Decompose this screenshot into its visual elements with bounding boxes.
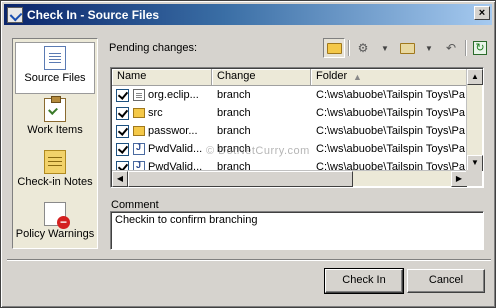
toolbar-separator — [465, 40, 466, 56]
scroll-left-button[interactable]: ◀ — [112, 171, 128, 187]
source-files-icon — [44, 46, 66, 70]
row-change: branch — [217, 125, 251, 137]
nav-source-files[interactable]: Source Files — [15, 42, 95, 94]
folder-view-button[interactable] — [396, 38, 418, 58]
button-divider — [7, 259, 491, 261]
file-icon — [133, 89, 145, 101]
column-folder[interactable]: Folder ▲ — [311, 69, 481, 86]
row-folder: C:\ws\abuobe\Tailspin Toys\Pa — [316, 143, 465, 155]
cancel-button[interactable]: Cancel — [407, 269, 485, 293]
sort-ascending-icon: ▲ — [353, 72, 362, 82]
row-folder: C:\ws\abuobe\Tailspin Toys\Pa — [316, 125, 465, 137]
comment-input[interactable]: Checkin to confirm branching — [110, 211, 484, 250]
row-name: passwor... — [148, 125, 198, 137]
refresh-button[interactable]: ↻ — [469, 38, 491, 58]
checkin-notes-icon — [44, 150, 66, 174]
nav-policy-warnings[interactable]: Policy Warnings — [15, 199, 95, 251]
work-items-icon — [44, 96, 66, 122]
nav-checkin-notes-label: Check-in Notes — [17, 176, 93, 188]
flat-view-button[interactable] — [323, 38, 345, 58]
name-cell: org.eclip... — [112, 88, 213, 102]
shelve-dropdown[interactable]: ▼ — [374, 38, 396, 58]
nav-checkin-notes[interactable]: Check-in Notes — [15, 147, 95, 199]
pending-changes-label: Pending changes: — [109, 42, 198, 54]
nav-work-items-label: Work Items — [27, 124, 83, 136]
undo-button[interactable]: ↶ — [440, 38, 462, 58]
name-cell: PwdValid... — [112, 142, 213, 156]
column-name[interactable]: Name — [112, 69, 212, 86]
column-change[interactable]: Change — [212, 69, 311, 86]
nav-work-items[interactable]: Work Items — [15, 95, 95, 147]
scrollbar-corner — [466, 170, 482, 186]
pending-changes-list[interactable]: Name Change Folder ▲ org.eclip... branch… — [110, 67, 484, 188]
flat-view-icon — [326, 42, 342, 54]
folder-dropdown[interactable]: ▼ — [418, 38, 440, 58]
list-rows: org.eclip... branch C:\ws\abuobe\Tailspi… — [112, 86, 467, 176]
close-button[interactable]: × — [474, 6, 490, 20]
java-file-icon — [133, 142, 145, 155]
nav-source-files-label: Source Files — [24, 72, 86, 84]
row-checkbox[interactable] — [116, 142, 129, 156]
list-header: Name Change Folder ▲ — [112, 69, 481, 86]
row-folder: C:\ws\abuobe\Tailspin Toys\Pa — [316, 107, 465, 119]
check-in-button[interactable]: Check In — [324, 268, 404, 294]
row-name: PwdValid... — [148, 143, 203, 155]
row-name: org.eclip... — [148, 89, 199, 101]
horizontal-scroll-thumb[interactable] — [128, 171, 353, 187]
folder-view-icon — [399, 42, 415, 54]
row-change: branch — [217, 89, 251, 101]
table-row[interactable]: src branch C:\ws\abuobe\Tailspin Toys\Pa — [112, 104, 467, 122]
title-bar: Check In - Source Files × — [4, 4, 492, 25]
horizontal-scrollbar[interactable]: ◀ ▶ — [112, 170, 467, 187]
row-change: branch — [217, 107, 251, 119]
row-checkbox[interactable] — [116, 88, 129, 102]
channel-nav: Source Files Work Items Check-in Notes P… — [12, 38, 98, 249]
watermark: © DotNetCurry.com — [206, 145, 310, 157]
shelve-icon: ⚙ — [357, 41, 369, 55]
row-checkbox[interactable] — [116, 106, 129, 120]
table-row[interactable]: org.eclip... branch C:\ws\abuobe\Tailspi… — [112, 86, 467, 104]
folder-icon — [133, 108, 145, 118]
undo-icon: ↶ — [445, 41, 457, 55]
scroll-up-button[interactable]: ▲ — [467, 69, 483, 85]
check-in-dialog: Check In - Source Files × Source Files W… — [0, 0, 496, 308]
comment-label: Comment — [111, 199, 159, 211]
chevron-down-icon: ▼ — [425, 43, 433, 53]
name-cell: passwor... — [112, 124, 213, 138]
row-checkbox[interactable] — [116, 124, 129, 138]
nav-policy-warnings-label: Policy Warnings — [15, 228, 95, 240]
refresh-icon: ↻ — [473, 41, 487, 55]
pending-toolbar: ⚙ ▼ ▼ ↶ ↻ — [323, 37, 491, 59]
folder-icon — [133, 126, 145, 136]
toolbar-separator — [348, 40, 349, 56]
column-folder-label: Folder — [316, 70, 348, 82]
row-name: src — [148, 107, 163, 119]
policy-warnings-icon — [44, 202, 70, 229]
chevron-down-icon: ▼ — [381, 43, 389, 53]
vertical-scrollbar[interactable]: ▲ ▼ — [466, 69, 483, 171]
shelve-button[interactable]: ⚙ — [352, 38, 374, 58]
scroll-down-button[interactable]: ▼ — [467, 155, 483, 171]
scroll-right-button[interactable]: ▶ — [451, 171, 467, 187]
window-title: Check In - Source Files — [27, 7, 160, 22]
check-in-app-icon — [7, 6, 23, 23]
row-folder: C:\ws\abuobe\Tailspin Toys\Pa — [316, 89, 465, 101]
name-cell: src — [112, 106, 213, 120]
table-row[interactable]: passwor... branch C:\ws\abuobe\Tailspin … — [112, 122, 467, 140]
